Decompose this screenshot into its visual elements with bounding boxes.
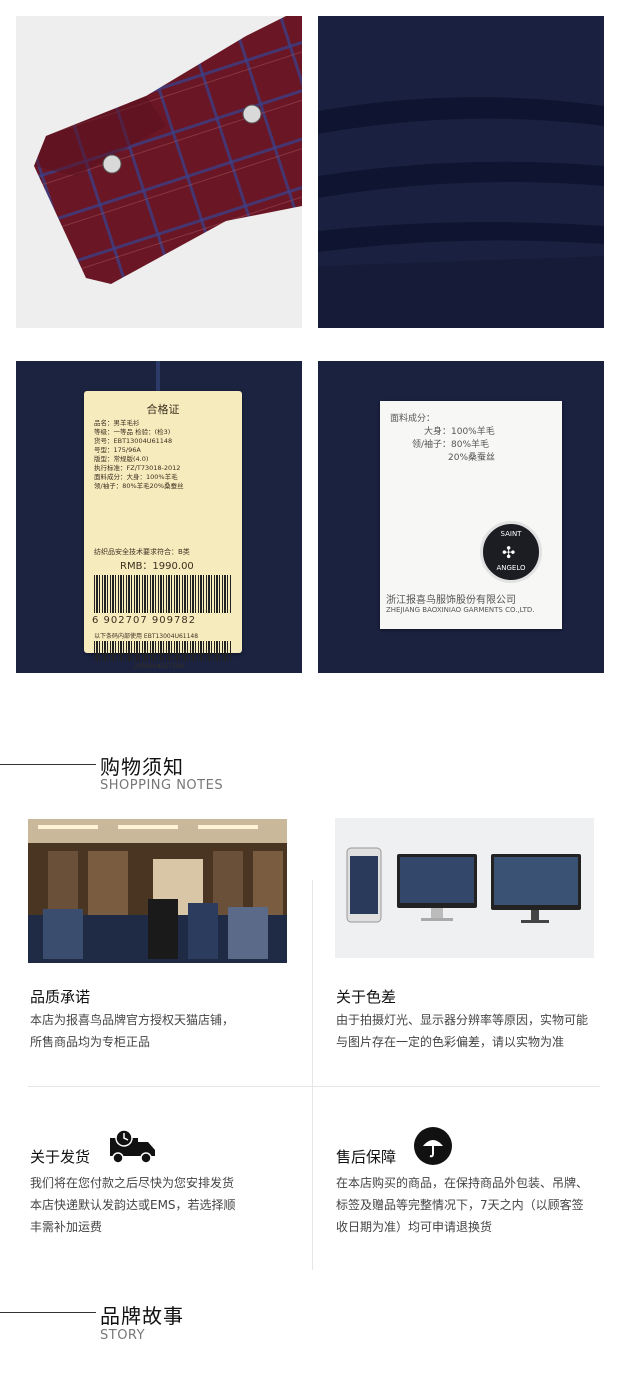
tag-row: 领/袖子：80%羊毛20%桑蚕丝 [94, 482, 184, 490]
saint-angelo-logo-icon: SAINT ✣ ANGELO [480, 521, 542, 583]
care-line: 领/袖子：80%羊毛 [412, 440, 490, 450]
product-photo-knit-texture [318, 16, 604, 328]
tag-row: 等级：一等品 检验：(检3) [94, 428, 171, 436]
tag-row: 号型：175/96A [94, 446, 141, 454]
care-line: 20%桑蚕丝 [448, 453, 496, 463]
note-body-shipping: 我们将在您付款之后尽快为您安排发货 本店快递默认发韵达或EMS，若选择顺 丰需补… [30, 1172, 236, 1238]
note-title-after-sale: 售后保障 [336, 1148, 397, 1166]
note-line: 我们将在您付款之后尽快为您安排发货 [30, 1176, 235, 1190]
tag-ean: 6 902707 909782 [92, 615, 197, 626]
tag-price: RMB：1990.00 [120, 561, 194, 572]
note-title-quality: 品质承诺 [30, 988, 91, 1006]
note-line: 丰需补加运费 [30, 1220, 103, 1234]
store-interior-image [28, 819, 287, 963]
section-subtitle-story: STORY [100, 1328, 146, 1343]
tag-standard: 纺织品安全技术要求符合：B类 [94, 548, 190, 556]
tag-row: 品名：男羊毛衫 [94, 419, 140, 427]
tag-row: 执行标准：FZ/T73018-2012 [94, 464, 181, 472]
note-line: 标签及赠品等完整情况下，7天之内（以顾客签 [336, 1198, 584, 1212]
section-divider-line [0, 764, 96, 765]
tag-rows: 品名：男羊毛衫 等级：一等品 检验：(检3) 货号：EBT13004U61148… [94, 419, 184, 491]
notes-vertical-divider [312, 880, 313, 1270]
note-body-quality: 本店为报喜鸟品牌官方授权天猫店铺， 所售商品均为专柜正品 [30, 1009, 234, 1053]
note-line: 所售商品均为专柜正品 [30, 1035, 151, 1049]
tag-code: 2050014527169 [134, 663, 184, 670]
note-body-color: 由于拍摄灯光、显示器分辨率等原因，实物可能 与图片存在一定的色彩偏差，请以实物为… [336, 1009, 588, 1053]
barcode-icon [94, 641, 232, 661]
note-line: 在本店购买的商品，在保持商品外包装、吊牌、 [336, 1176, 589, 1190]
tag-title: 合格证 [146, 403, 180, 416]
note-body-after-sale: 在本店购买的商品，在保持商品外包装、吊牌、 标签及赠品等完整情况下，7天之内（以… [336, 1172, 588, 1238]
note-line: 本店快递默认发韵达或EMS，若选择顺 [30, 1198, 236, 1212]
care-label-lines: 面料成分： 大身：100%羊毛 领/袖子：80%羊毛 20%桑蚕丝 [390, 413, 495, 465]
section-title-story: 品牌故事 [100, 1304, 184, 1328]
product-photo-care-label: 面料成分： 大身：100%羊毛 领/袖子：80%羊毛 20%桑蚕丝 SAINT … [318, 361, 604, 673]
product-photo-hang-tag: 合格证 品名：男羊毛衫 等级：一等品 检验：(检3) 货号：EBT13004U6… [16, 361, 302, 673]
logo-cross-icon: ✣ [502, 543, 516, 562]
section-divider-line [0, 1312, 96, 1313]
umbrella-icon [414, 1127, 452, 1165]
tag-internal-note: 以下条码内部使用 EBT13004U61148 [94, 633, 199, 640]
care-label-company-en: ZHEJIANG BAOXINIAO GARMENTS CO.,LTD. [386, 606, 535, 614]
note-title-color: 关于色差 [336, 988, 397, 1006]
care-line: 大身：100%羊毛 [424, 427, 495, 437]
note-line: 与图片存在一定的色彩偏差，请以实物为准 [336, 1035, 565, 1049]
notes-horizontal-divider [28, 1086, 600, 1087]
care-label: 面料成分： 大身：100%羊毛 领/袖子：80%羊毛 20%桑蚕丝 SAINT … [380, 401, 562, 629]
logo-text-bottom: ANGELO [496, 564, 526, 572]
care-label-company: 浙江报喜鸟服饰股份有限公司 [386, 595, 516, 606]
devices-color-difference-image [335, 818, 594, 958]
note-title-shipping: 关于发货 [30, 1148, 91, 1166]
section-subtitle-shopping-notes: SHOPPING NOTES [100, 778, 224, 793]
note-line: 由于拍摄灯光、显示器分辨率等原因，实物可能 [336, 1013, 589, 1027]
tag-row: 版型：常规版(4.0) [94, 455, 149, 463]
care-line: 面料成分： [390, 414, 436, 424]
section-title-shopping-notes: 购物须知 [100, 755, 184, 779]
note-line: 本店为报喜鸟品牌官方授权天猫店铺， [30, 1013, 235, 1027]
tag-row: 面料成分：大身：100%羊毛 [94, 473, 178, 481]
product-photo-cuff [16, 16, 302, 328]
note-line: 收日期为准）均可申请退换货 [336, 1220, 493, 1234]
logo-text-top: SAINT [500, 530, 522, 538]
tag-row: 货号：EBT13004U61148 [94, 437, 173, 445]
barcode-icon [94, 575, 232, 613]
hang-tag: 合格证 品名：男羊毛衫 等级：一等品 检验：(检3) 货号：EBT13004U6… [84, 391, 242, 670]
delivery-truck-icon [110, 1129, 156, 1168]
